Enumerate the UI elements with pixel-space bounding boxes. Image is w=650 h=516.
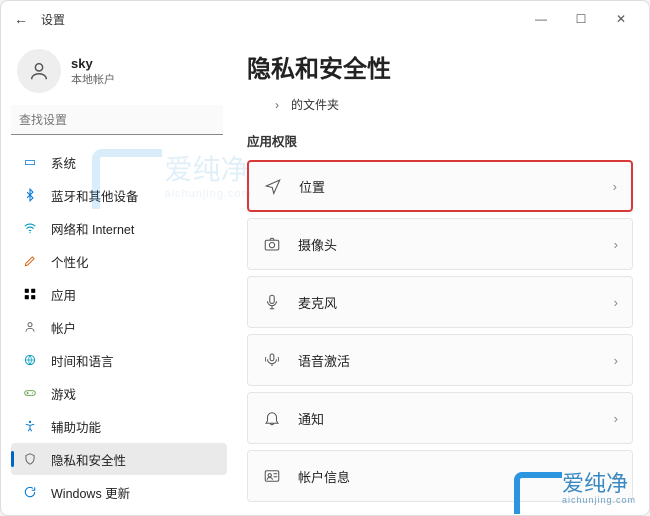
setting-label: 帐户信息 [298, 467, 614, 486]
setting-label: 通知 [298, 409, 614, 428]
chevron-right-icon: › [614, 469, 618, 484]
sidebar: sky 本地帐户 ▭ 系统 蓝牙和其他设备 [1, 37, 231, 515]
chevron-right-icon: › [614, 411, 618, 426]
display-icon: ▭ [21, 153, 39, 171]
app-title: 设置 [41, 11, 65, 28]
sidebar-item-privacy[interactable]: 隐私和安全性 [11, 443, 227, 475]
chevron-right-icon: › [613, 179, 617, 194]
sidebar-item-label: 蓝牙和其他设备 [51, 186, 139, 205]
setting-label: 位置 [299, 177, 613, 196]
maximize-button[interactable]: ☐ [561, 12, 601, 26]
sidebar-item-time-language[interactable]: 时间和语言 [11, 344, 227, 376]
sidebar-item-network[interactable]: 网络和 Internet [11, 212, 227, 244]
sidebar-item-windows-update[interactable]: Windows 更新 [11, 476, 227, 507]
folder-line-label: 的文件夹 [291, 96, 339, 113]
sidebar-item-apps[interactable]: 应用 [11, 278, 227, 310]
content-area: 隐私和安全性 › 的文件夹 应用权限 位置 › [231, 37, 649, 515]
sidebar-item-personalization[interactable]: 个性化 [11, 245, 227, 277]
shield-icon [21, 450, 39, 468]
microphone-icon [262, 292, 282, 312]
close-button[interactable]: ✕ [601, 12, 641, 26]
minimize-button[interactable]: — [521, 12, 561, 26]
chevron-right-icon: › [614, 237, 618, 252]
nav-list: ▭ 系统 蓝牙和其他设备 网络和 Internet [7, 145, 231, 507]
sidebar-item-system[interactable]: ▭ 系统 [11, 146, 227, 178]
sidebar-item-label: 帐户 [51, 318, 76, 337]
sidebar-item-accessibility[interactable]: 辅助功能 [11, 410, 227, 442]
bell-icon [262, 408, 282, 428]
chevron-right-icon: › [614, 295, 618, 310]
setting-label: 摄像头 [298, 235, 614, 254]
account-card-icon [262, 466, 282, 486]
sidebar-item-accounts[interactable]: 帐户 [11, 311, 227, 343]
person-icon [21, 318, 39, 336]
user-name: sky [71, 56, 115, 71]
search-input[interactable] [11, 105, 223, 135]
sidebar-item-label: 个性化 [51, 252, 89, 271]
bluetooth-icon [21, 186, 39, 204]
setting-account-info[interactable]: 帐户信息 › [247, 450, 633, 502]
folder-line-item[interactable]: › 的文件夹 [247, 92, 633, 123]
titlebar: ← 设置 — ☐ ✕ [1, 1, 649, 37]
settings-window: ← 设置 — ☐ ✕ sky 本地帐户 ▭ [0, 0, 650, 516]
sidebar-item-label: 辅助功能 [51, 417, 101, 436]
accessibility-icon [21, 417, 39, 435]
location-icon [263, 176, 283, 196]
sidebar-item-label: 网络和 Internet [51, 219, 134, 238]
sidebar-item-bluetooth[interactable]: 蓝牙和其他设备 [11, 179, 227, 211]
apps-icon [21, 285, 39, 303]
sidebar-item-label: Windows 更新 [51, 483, 130, 502]
setting-voice-activation[interactable]: 语音激活 › [247, 334, 633, 386]
section-label: 应用权限 [247, 131, 633, 150]
chevron-right-icon: › [275, 98, 279, 112]
setting-location[interactable]: 位置 › [247, 160, 633, 212]
voice-icon [262, 350, 282, 370]
setting-label: 语音激活 [298, 351, 614, 370]
globe-icon [21, 351, 39, 369]
setting-camera[interactable]: 摄像头 › [247, 218, 633, 270]
page-title: 隐私和安全性 [247, 49, 633, 84]
sidebar-item-label: 隐私和安全性 [51, 450, 126, 469]
update-icon [21, 483, 39, 501]
sidebar-item-label: 游戏 [51, 384, 76, 403]
chevron-right-icon: › [614, 353, 618, 368]
wifi-icon [21, 219, 39, 237]
setting-label: 麦克风 [298, 293, 614, 312]
sidebar-item-gaming[interactable]: 游戏 [11, 377, 227, 409]
user-account-row[interactable]: sky 本地帐户 [7, 45, 231, 105]
setting-notifications[interactable]: 通知 › [247, 392, 633, 444]
paintbrush-icon [21, 252, 39, 270]
setting-microphone[interactable]: 麦克风 › [247, 276, 633, 328]
sidebar-item-label: 系统 [51, 153, 76, 172]
avatar [17, 49, 61, 93]
camera-icon [262, 234, 282, 254]
back-button[interactable]: ← [9, 11, 33, 27]
sidebar-item-label: 应用 [51, 285, 76, 304]
user-subtitle: 本地帐户 [71, 71, 115, 87]
sidebar-item-label: 时间和语言 [51, 351, 114, 370]
gamepad-icon [21, 384, 39, 402]
